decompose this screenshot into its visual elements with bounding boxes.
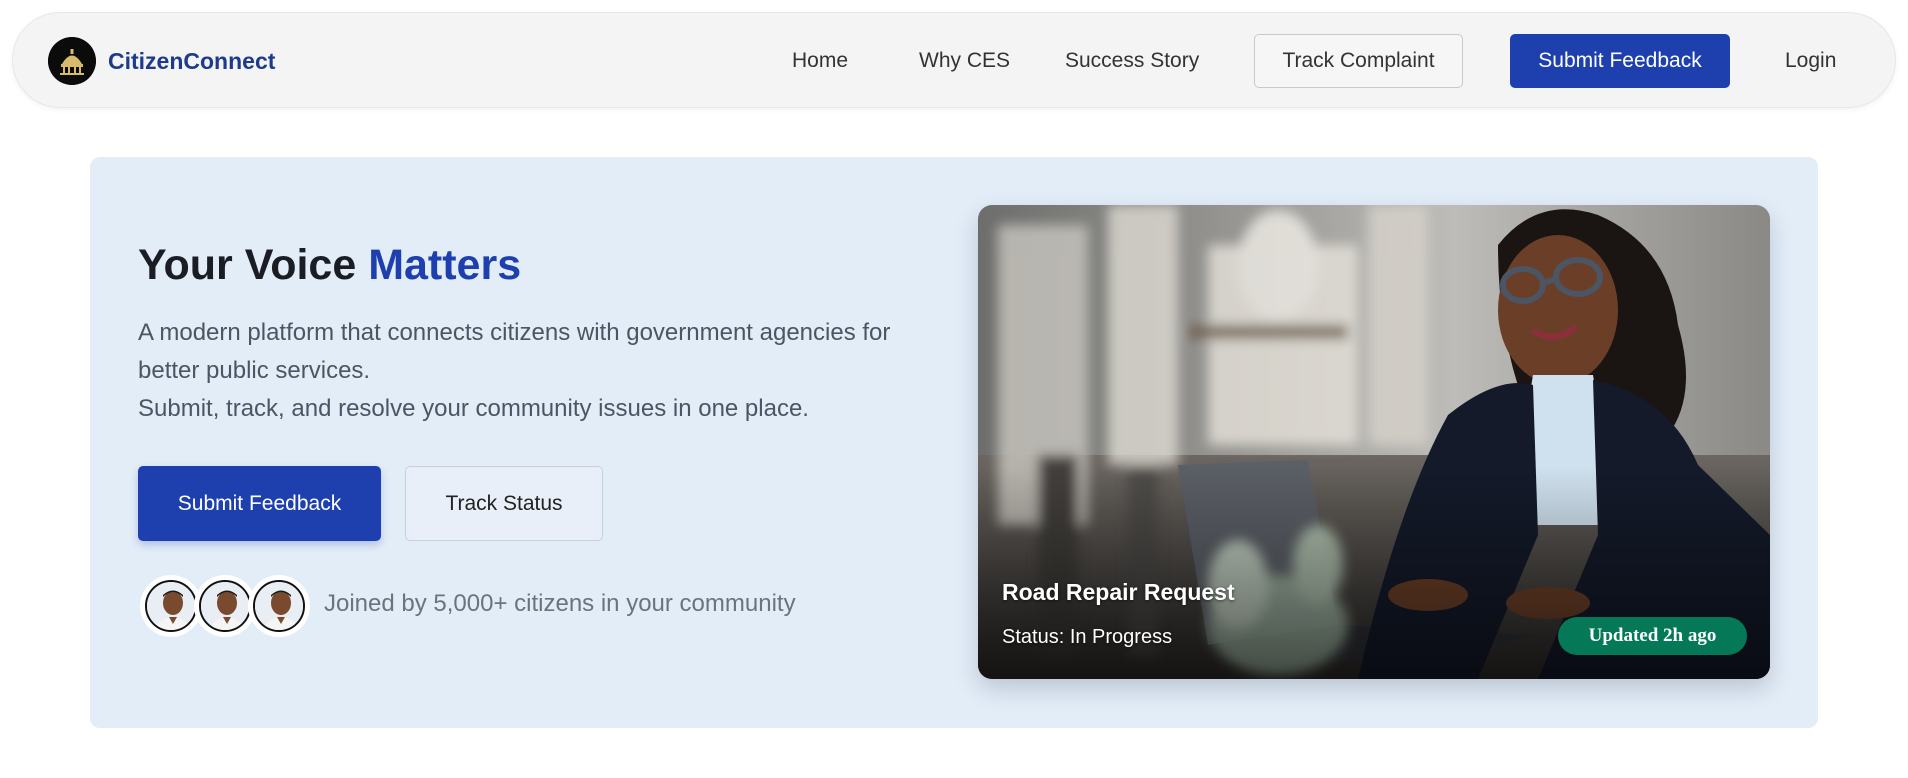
hero-title: Your Voice Matters [138, 241, 521, 290]
nav-home-link[interactable]: Home [792, 43, 848, 79]
nav-submit-feedback-button[interactable]: Submit Feedback [1510, 34, 1730, 88]
logo-icon [48, 37, 96, 85]
hero-title-accent: Matters [368, 241, 522, 289]
track-status-button[interactable]: Track Status [405, 466, 603, 541]
login-link[interactable]: Login [1785, 43, 1836, 79]
hero-section: Your Voice Matters A modern platform tha… [90, 157, 1818, 728]
person-icon [201, 582, 249, 630]
avatar [140, 575, 202, 637]
card-title: Road Repair Request [1002, 579, 1235, 605]
hero-description-line1: A modern platform that connects citizens… [138, 319, 891, 384]
submit-feedback-button[interactable]: Submit Feedback [138, 466, 381, 541]
brand[interactable]: CitizenConnect [48, 37, 275, 85]
nav-success-story-link[interactable]: Success Story [1065, 43, 1199, 79]
hero-image-card: Road Repair Request Status: In Progress … [978, 205, 1770, 679]
hero-description: A modern platform that connects citizens… [138, 314, 958, 428]
hero-description-line2: Submit, track, and resolve your communit… [138, 395, 809, 422]
track-complaint-button[interactable]: Track Complaint [1254, 34, 1463, 88]
card-status: Status: In Progress [1002, 626, 1173, 648]
hero-photo [978, 205, 1770, 679]
person-icon [255, 582, 303, 630]
community-count-text: Joined by 5,000+ citizens in your commun… [324, 590, 796, 617]
hero-title-prefix: Your Voice [138, 241, 369, 289]
nav-why-ces-link[interactable]: Why CES [919, 43, 1010, 79]
avatar [194, 575, 256, 637]
person-icon [147, 582, 195, 630]
avatar [248, 575, 310, 637]
avatar-group [140, 575, 320, 637]
updated-badge: Updated 2h ago [1558, 617, 1747, 655]
brand-name: CitizenConnect [108, 47, 276, 74]
navbar: CitizenConnect Home Why CES Success Stor… [12, 12, 1896, 108]
